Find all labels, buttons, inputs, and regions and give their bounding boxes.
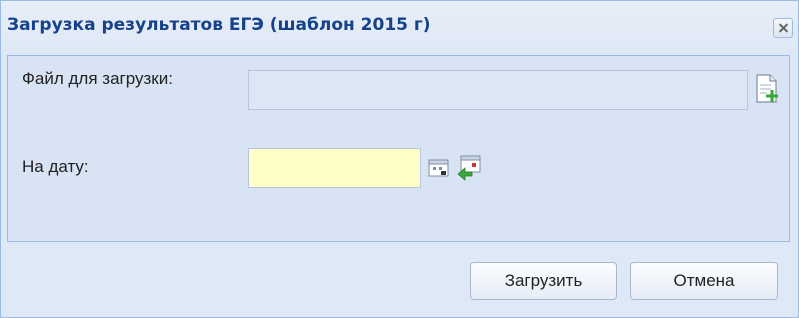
date-field-label: На дату: <box>22 157 89 176</box>
dialog-title: Загрузка результатов ЕГЭ (шаблон 2015 г) <box>7 15 431 35</box>
calendar-icon <box>428 159 449 177</box>
upload-button[interactable]: Загрузить <box>470 262 617 300</box>
cancel-button[interactable]: Отмена <box>630 262 778 300</box>
close-icon[interactable] <box>773 18 793 38</box>
dialog-footer: Загрузить Отмена <box>1 244 798 317</box>
calendar-button[interactable] <box>428 158 450 178</box>
today-icon <box>457 155 481 181</box>
add-file-button[interactable] <box>752 72 782 106</box>
add-file-icon <box>756 74 778 103</box>
today-button[interactable] <box>456 154 482 182</box>
file-field-label: Файл для загрузки: <box>22 69 173 88</box>
upload-dialog: Загрузка результатов ЕГЭ (шаблон 2015 г)… <box>0 0 799 318</box>
dialog-titlebar[interactable]: Загрузка результатов ЕГЭ (шаблон 2015 г) <box>1 1 798 53</box>
date-field[interactable] <box>248 148 421 188</box>
form-panel: Файл для загрузки: На дату: <box>7 55 790 242</box>
file-field[interactable] <box>248 70 748 110</box>
